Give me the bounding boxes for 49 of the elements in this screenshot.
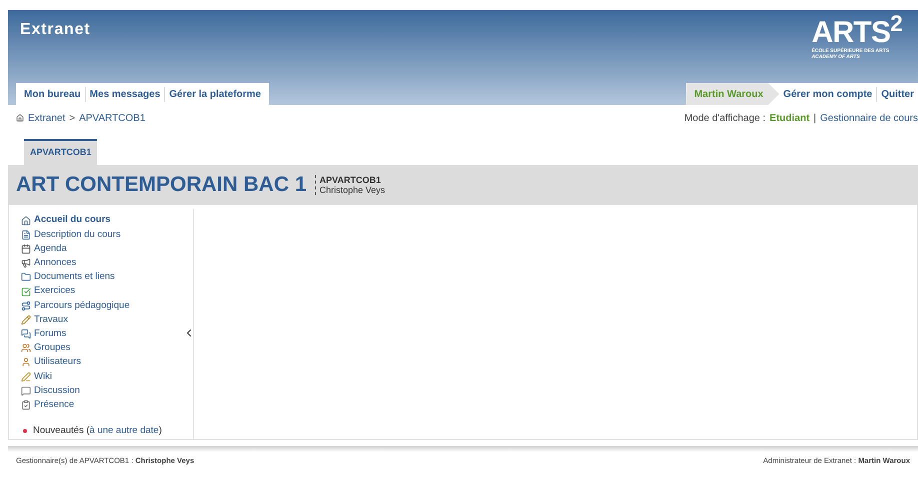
breadcrumb-separator: > xyxy=(69,112,76,126)
account-link[interactable]: Quitter xyxy=(876,86,918,102)
course-teacher: Christophe Veys xyxy=(320,184,386,194)
clipboard-icon xyxy=(21,400,31,410)
course-tab[interactable]: APVARTCOB1 xyxy=(24,139,98,164)
view-mode-option[interactable]: Etudiant xyxy=(770,110,810,126)
megaphone-icon xyxy=(21,258,31,268)
group-icon xyxy=(21,343,31,354)
path-icon xyxy=(21,300,31,311)
sidebar-item[interactable]: Présence xyxy=(21,398,193,412)
sidebar-item[interactable]: Discussion xyxy=(21,384,193,398)
news-label-end: ) xyxy=(158,424,162,438)
account-link[interactable]: Gérer mon compte xyxy=(779,86,876,102)
sidebar-item[interactable]: Accueil du cours xyxy=(21,214,193,228)
sidebar-item[interactable]: Parcours pédagogique xyxy=(21,298,193,313)
separator: | xyxy=(814,112,816,126)
folder-icon xyxy=(21,272,31,282)
breadcrumb-link[interactable]: Extranet xyxy=(28,110,66,126)
sidebar-item[interactable]: Description du cours xyxy=(21,228,193,242)
news-date-link[interactable]: à une autre date xyxy=(90,424,159,438)
calendar-icon xyxy=(21,244,31,254)
sidebar-item[interactable]: Exercices xyxy=(21,284,193,299)
course-code: APVARTCOB1 xyxy=(320,174,382,184)
sidebar-item[interactable]: Wiki xyxy=(21,370,193,384)
speech-bubble-icon xyxy=(21,386,31,396)
home-icon xyxy=(21,216,31,226)
sidebar-item[interactable]: Agenda xyxy=(21,242,193,256)
view-mode-label: Mode d'affichage : xyxy=(684,112,766,126)
sidebar-item[interactable]: Annonces xyxy=(21,256,193,270)
pencil-icon xyxy=(21,314,31,325)
checkbox-icon xyxy=(21,286,31,297)
view-mode-option[interactable]: Gestionnaire de cours xyxy=(820,110,918,126)
pencil-icon xyxy=(21,372,31,382)
nav-link[interactable]: Mon bureau xyxy=(20,86,85,102)
user-icon xyxy=(21,357,31,368)
home-icon xyxy=(16,114,24,122)
sidebar-item[interactable]: Forums xyxy=(21,327,193,342)
sidebar-item[interactable]: Utilisateurs xyxy=(21,355,193,370)
nav-link[interactable]: Gérer la plateforme xyxy=(164,86,265,102)
site-title: Extranet xyxy=(20,20,90,40)
nav-link[interactable]: Mes messages xyxy=(84,86,164,102)
forum-icon xyxy=(21,329,31,340)
sidebar-item[interactable]: Documents et liens xyxy=(21,270,193,284)
news-label: Nouveautés ( xyxy=(33,424,90,438)
sidebar-item[interactable]: Groupes xyxy=(21,341,193,356)
sidebar-item[interactable]: Travaux xyxy=(21,312,193,327)
document-icon xyxy=(21,230,31,240)
course-title: ART CONTEMPORAIN BAC 1 xyxy=(16,172,307,198)
breadcrumb-link[interactable]: APVARTCOB1 xyxy=(79,110,146,126)
